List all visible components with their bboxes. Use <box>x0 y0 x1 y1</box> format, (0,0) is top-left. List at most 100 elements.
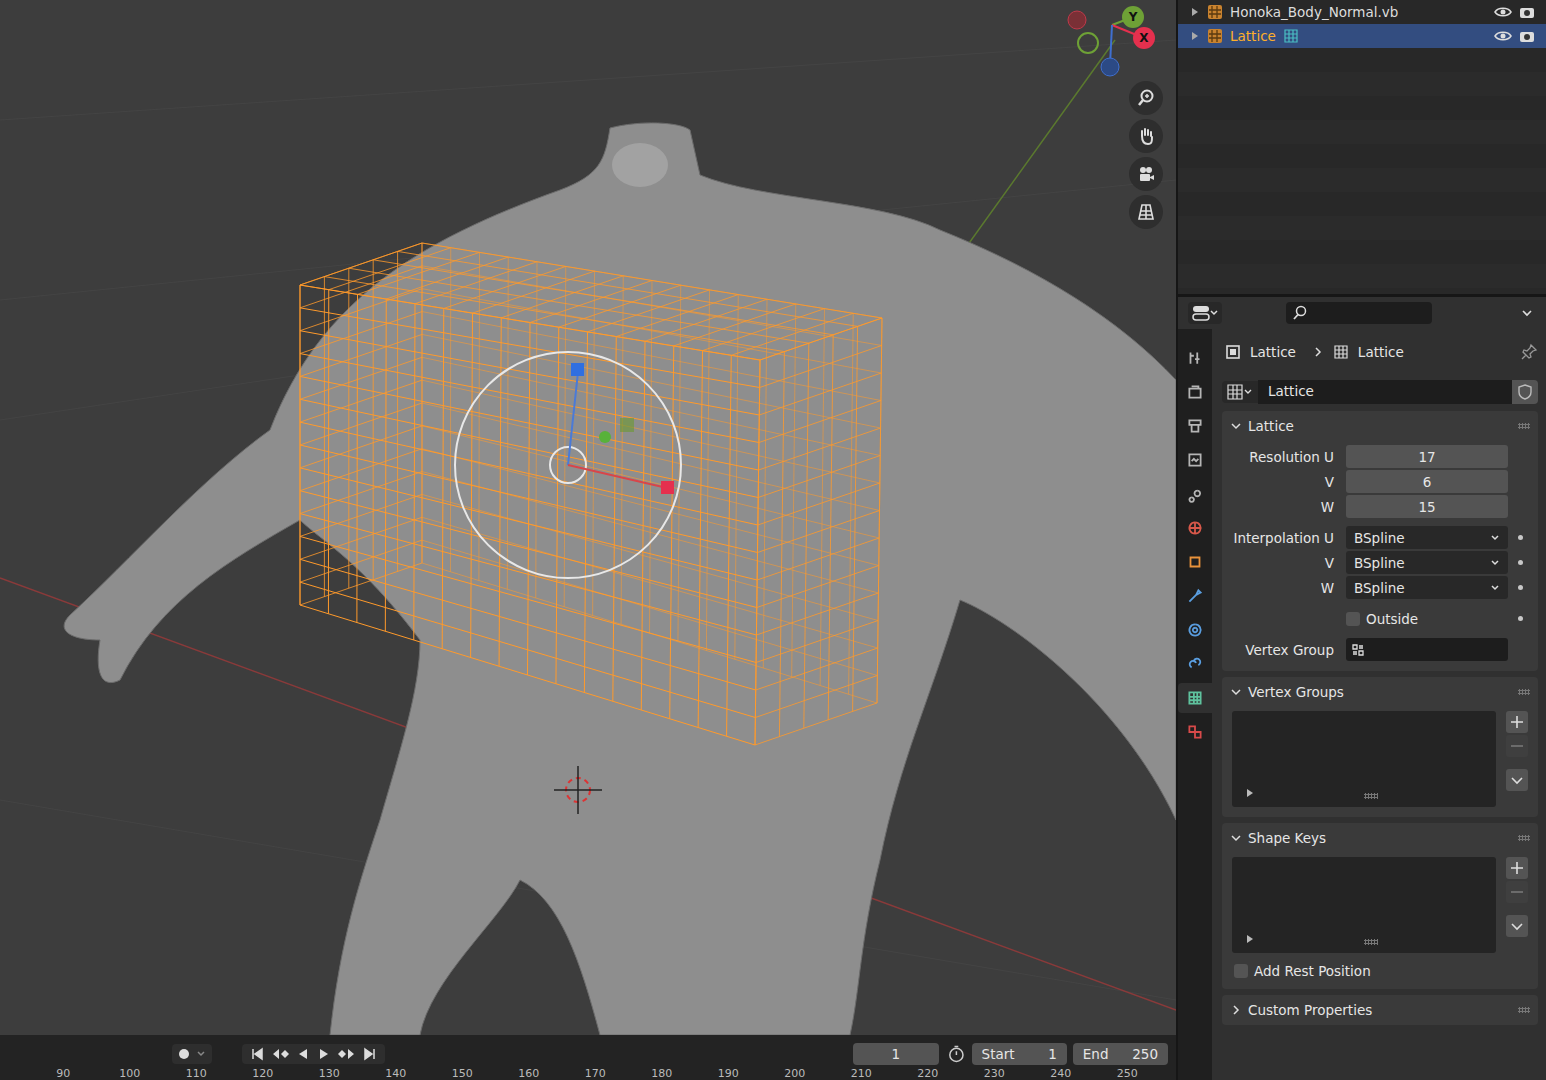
next-keyframe-icon[interactable] <box>338 1047 356 1061</box>
properties-tab[interactable] <box>1181 377 1209 407</box>
specials-button[interactable] <box>1506 915 1528 937</box>
properties-tab[interactable] <box>1181 615 1209 645</box>
number-field[interactable]: 15 <box>1346 495 1508 518</box>
number-field[interactable]: 6 <box>1346 470 1508 493</box>
perspective-button[interactable] <box>1129 195 1163 229</box>
keyframe-dot-icon[interactable] <box>1508 616 1532 621</box>
navigation-gizmo[interactable]: YX <box>1060 0 1170 90</box>
outside-checkbox[interactable]: Outside <box>1346 611 1508 627</box>
panel-header[interactable]: Lattice <box>1222 411 1538 441</box>
record-button[interactable] <box>172 1044 212 1064</box>
keyframe-dot-icon[interactable] <box>1508 585 1532 590</box>
ruler-tick: 230 <box>961 1067 1028 1080</box>
properties-tabs <box>1178 329 1212 1080</box>
panel-header[interactable]: Shape Keys <box>1222 823 1538 853</box>
jump-start-icon[interactable] <box>250 1047 264 1061</box>
drag-grip-icon[interactable] <box>1518 423 1530 429</box>
filter-arrow-icon[interactable] <box>1246 789 1254 797</box>
filter-arrow-icon[interactable] <box>1246 935 1254 943</box>
property-row: WBSpline <box>1222 576 1532 599</box>
3d-cursor-icon[interactable] <box>554 766 602 814</box>
add-button[interactable] <box>1506 711 1528 733</box>
properties-tab[interactable] <box>1181 649 1209 679</box>
chevron-down-icon <box>1510 919 1524 933</box>
chevron-down-icon <box>1490 533 1500 543</box>
properties-tab[interactable] <box>1178 683 1212 713</box>
eye-icon[interactable] <box>1494 29 1512 43</box>
vertex-group-field[interactable] <box>1346 638 1508 661</box>
pan-button[interactable] <box>1129 119 1163 153</box>
render-icon <box>1186 383 1204 401</box>
outliner-row[interactable]: Honoka_Body_Normal.vb <box>1178 0 1546 24</box>
keyframe-dot-icon[interactable] <box>1508 535 1532 540</box>
pin-icon[interactable] <box>1520 343 1538 361</box>
3d-viewport[interactable]: YX <box>0 0 1176 1035</box>
chevron-down-icon[interactable] <box>1520 306 1534 320</box>
resize-grip-icon[interactable] <box>1364 939 1378 945</box>
search-field[interactable] <box>1286 302 1432 324</box>
datablock-name-field[interactable]: Lattice <box>1258 380 1512 404</box>
properties-tab[interactable] <box>1181 547 1209 577</box>
eye-icon[interactable] <box>1494 5 1512 19</box>
stopwatch-icon[interactable] <box>947 1044 966 1064</box>
properties-tab[interactable] <box>1181 717 1209 747</box>
start-frame-field[interactable]: Start1 <box>972 1043 1067 1065</box>
dropdown[interactable]: BSpline <box>1346 551 1508 574</box>
y-axis-ball[interactable]: Y <box>1122 6 1144 28</box>
lattice-data-icon[interactable] <box>1282 27 1300 45</box>
specials-button[interactable] <box>1506 769 1528 791</box>
search-icon <box>1292 305 1308 321</box>
vertex-group-list[interactable] <box>1232 711 1496 807</box>
remove-button[interactable] <box>1506 881 1528 903</box>
expand-arrow-icon[interactable] <box>1190 31 1200 41</box>
keyframe-dot-icon[interactable] <box>1508 560 1532 565</box>
zoom-button[interactable] <box>1129 81 1163 115</box>
outliner-row[interactable]: Lattice <box>1178 24 1546 48</box>
panel-body <box>1222 707 1538 817</box>
camera-button[interactable] <box>1129 157 1163 191</box>
prev-keyframe-icon[interactable] <box>271 1047 289 1061</box>
panel-header[interactable]: Vertex Groups <box>1222 677 1538 707</box>
object-icon <box>1224 343 1242 361</box>
camera-render-icon[interactable] <box>1518 5 1536 19</box>
panel-chevron-icon <box>1230 686 1242 698</box>
drag-grip-icon[interactable] <box>1518 689 1530 695</box>
remove-button[interactable] <box>1506 735 1528 757</box>
shield-icon <box>1516 383 1534 401</box>
resize-grip-icon[interactable] <box>1364 793 1378 799</box>
datablock-browse-button[interactable] <box>1222 381 1258 403</box>
play-icon[interactable] <box>317 1047 331 1061</box>
panel-header[interactable]: Custom Properties <box>1222 995 1538 1025</box>
properties-tab[interactable] <box>1181 479 1209 509</box>
play-reverse-icon[interactable] <box>296 1047 310 1061</box>
minus-icon <box>1510 885 1524 899</box>
camera-render-icon[interactable] <box>1518 29 1536 43</box>
drag-grip-icon[interactable] <box>1518 1007 1530 1013</box>
current-frame-field[interactable]: 1 <box>853 1043 939 1065</box>
data-icon <box>1186 689 1204 707</box>
body-mesh[interactable] <box>64 123 1176 1035</box>
fake-user-button[interactable] <box>1512 380 1538 404</box>
properties-tab[interactable] <box>1181 411 1209 441</box>
shape-key-list[interactable] <box>1232 857 1496 953</box>
viewport-scene[interactable] <box>0 0 1176 1035</box>
editor-type-button[interactable] <box>1188 302 1222 324</box>
drag-grip-icon[interactable] <box>1518 835 1530 841</box>
properties-tab[interactable] <box>1181 343 1209 373</box>
dropdown[interactable]: BSpline <box>1346 526 1508 549</box>
lattice-object[interactable] <box>300 243 882 745</box>
properties-tab[interactable] <box>1181 513 1209 543</box>
properties-tab[interactable] <box>1181 445 1209 475</box>
jump-end-icon[interactable] <box>363 1047 377 1061</box>
add-rest-position-checkbox[interactable]: Add Rest Position <box>1222 963 1538 989</box>
properties-tab[interactable] <box>1181 581 1209 611</box>
x-axis-ball[interactable]: X <box>1133 27 1155 49</box>
ruler-tick: 130 <box>296 1067 363 1080</box>
end-frame-field[interactable]: End250 <box>1073 1043 1168 1065</box>
transform-gizmo[interactable] <box>455 352 681 578</box>
expand-arrow-icon[interactable] <box>1190 7 1200 17</box>
dropdown[interactable]: BSpline <box>1346 576 1508 599</box>
add-button[interactable] <box>1506 857 1528 879</box>
timeline-ruler[interactable]: 9010011012013014015016017018019020021022… <box>0 1067 1176 1080</box>
number-field[interactable]: 17 <box>1346 445 1508 468</box>
